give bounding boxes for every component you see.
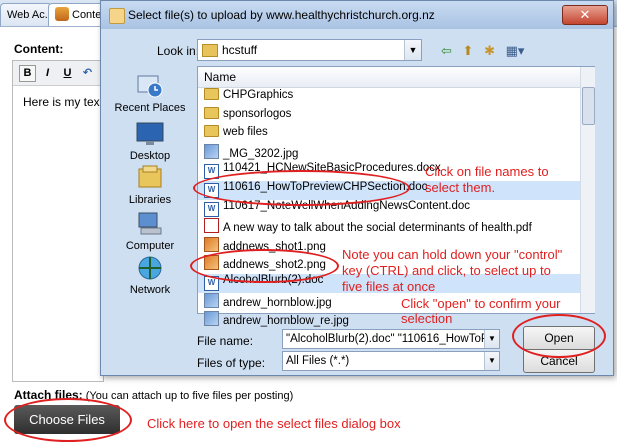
folder-icon [204,125,219,138]
dialog-nav-toolbar: ⇦ ⬆ ✱ ▦▾ [441,43,531,59]
undo-icon[interactable]: ↶ [79,65,96,82]
list-item[interactable]: CHPGraphics [198,88,580,107]
folder-icon [204,88,219,100]
column-header-label: Name [204,70,237,84]
list-item[interactable]: _MG_3202.jpg [198,143,580,163]
italic-button[interactable]: I [39,65,56,82]
file-name: CHPGraphics [223,89,294,101]
content-label: Content: [14,42,64,56]
file-name: andrew_hornblow.jpg [223,296,332,309]
place-recent-places[interactable]: Recent Places [105,73,195,114]
place-desktop[interactable]: Desktop [105,121,195,162]
bold-button[interactable]: B [19,65,36,82]
editor-toolbar: B I U ↶ [13,61,103,86]
place-label: Desktop [129,150,171,162]
editor-text: Here is my tex [23,95,100,109]
close-button[interactable]: ✕ [562,5,608,25]
file-name: sponsorlogos [223,107,292,120]
browser-tab-active[interactable]: Conten [48,3,108,26]
file-name: andrew_hornblow_re.jpg [223,315,349,328]
back-arrow-icon[interactable]: ⇦ [441,43,452,59]
annotation-click-here: Click here to open the select files dial… [147,416,401,431]
place-libraries[interactable]: Libraries [105,165,195,206]
folder-icon [204,106,219,119]
place-computer[interactable]: Computer [105,211,195,252]
view-menu-icon[interactable]: ▦▾ [506,43,525,59]
file-name: A new way to talk about the social deter… [223,222,532,235]
place-label: Libraries [128,194,172,206]
attach-files-note: (You can attach up to five files per pos… [82,390,294,402]
chevron-down-icon: ▼ [404,40,421,60]
look-in-value: hcstuff [222,43,258,57]
annotation-hold-ctrl: Note you can hold down your "control" ke… [342,247,563,294]
image-file-icon [204,292,219,308]
pdf-file-icon [204,218,219,234]
place-label: Computer [125,240,175,252]
content-editor[interactable]: B I U ↶ Here is my tex [12,60,104,382]
computer-icon [138,212,162,235]
image-file-icon [204,311,219,327]
annotation-circle [190,249,339,283]
browser-tab[interactable]: Web Ac... [0,3,52,26]
file-name-label: File name: [197,334,254,348]
file-name: web files [223,126,268,139]
annotation-circle [4,398,132,442]
list-item[interactable]: A new way to talk about the social deter… [198,218,580,237]
up-folder-icon[interactable]: ⬆ [463,43,474,59]
chevron-down-icon[interactable]: ▼ [484,330,499,348]
look-in-dropdown[interactable]: hcstuff ▼ [197,39,422,61]
file-name-input[interactable]: "AlcoholBlurb(2).doc" "110616_HowToPrevi… [282,329,500,349]
chevron-down-icon[interactable]: ▼ [484,352,499,370]
files-of-type-label: Files of type: [197,356,266,370]
place-network[interactable]: Network [105,255,195,296]
places-bar: Recent Places Desktop Libraries Computer… [105,63,195,313]
dialog-title: Select file(s) to upload by www.healthyc… [128,8,435,22]
folder-icon [202,44,218,57]
file-name: _MG_3202.jpg [223,147,299,160]
desktop-icon [136,122,164,145]
files-of-type-select[interactable]: All Files (*.*) ▼ [282,351,500,371]
recent-places-icon [137,75,163,98]
file-name-value: "AlcoholBlurb(2).doc" "110616_HowToPrevi… [286,333,500,345]
files-of-type-value: All Files (*.*) [286,355,350,367]
tab-label: Web Ac... [7,9,52,21]
dialog-app-icon [109,8,125,24]
underline-button[interactable]: U [59,65,76,82]
annotation-circle [193,170,410,206]
vertical-scrollbar[interactable] [580,67,595,313]
dialog-title-bar: Select file(s) to upload by www.healthyc… [101,1,613,29]
network-icon [138,256,162,280]
word-document-icon [204,201,219,217]
column-header-name[interactable]: Name [198,67,580,88]
place-label: Recent Places [114,102,186,114]
new-folder-icon[interactable]: ✱ [484,43,495,59]
tab-favicon-icon [55,7,69,21]
libraries-icon [138,165,162,188]
image-file-icon [204,143,219,159]
png-file-icon [204,236,219,252]
list-item[interactable]: web files [198,125,580,144]
annotation-click-open: Click "open" to confirm your selection [401,296,561,326]
look-in-label: Look in: [157,44,200,58]
scrollbar-thumb[interactable] [582,87,595,125]
annotation-click-file-names: Click on file names to select them. [425,164,549,195]
place-label: Network [129,284,171,296]
list-item[interactable]: sponsorlogos [198,106,580,126]
